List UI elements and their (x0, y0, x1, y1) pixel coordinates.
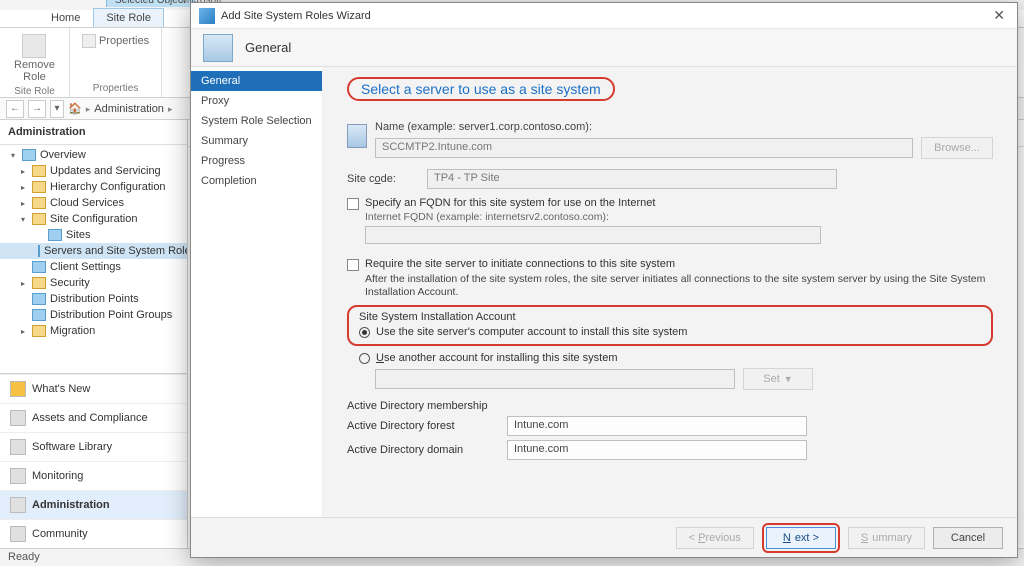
other-account-input (375, 369, 735, 389)
wizard-step-selection[interactable]: System Role Selection (191, 111, 322, 131)
ribbon-group-properties: Properties (93, 82, 139, 95)
name-label: Name (example: server1.corp.contoso.com)… (375, 121, 993, 133)
install-account-group: Site System Installation Account Use the… (347, 305, 993, 346)
breadcrumb-root-icon: 🏠 (68, 102, 82, 115)
sitecode-select[interactable]: TP4 - TP Site (427, 169, 837, 189)
ribbon-tab-site-role[interactable]: Site Role (93, 8, 164, 27)
nav-back-button[interactable]: ← (6, 100, 24, 118)
radio-use-other-account[interactable] (359, 353, 370, 364)
require-init-note: After the installation of the site syste… (365, 273, 993, 299)
tree-updates[interactable]: ▸Updates and Servicing (0, 163, 187, 179)
wunderbar-assets[interactable]: Assets and Compliance (0, 403, 187, 432)
server-name-input[interactable]: SCCMTP2.Intune.com (375, 138, 913, 158)
nav-history-button[interactable]: ▾ (50, 100, 64, 118)
wizard-title: Add Site System Roles Wizard (221, 10, 371, 22)
previous-button[interactable]: < Previous (676, 527, 754, 549)
tree-cloud[interactable]: ▸Cloud Services (0, 195, 187, 211)
tree-servers[interactable]: Servers and Site System Roles (0, 243, 187, 259)
wunderbar-whatsnew[interactable]: What's New (0, 374, 187, 403)
tree-sites[interactable]: Sites (0, 227, 187, 243)
wizard-step-completion[interactable]: Completion (191, 171, 322, 191)
tree-security[interactable]: ▸Security (0, 275, 187, 291)
cancel-button[interactable]: Cancel (933, 527, 1003, 549)
fqdn-checkbox-label: Specify an FQDN for this site system for… (365, 197, 655, 209)
sitecode-label: Site code: (347, 173, 419, 185)
properties-icon (82, 34, 96, 48)
nav-forward-button[interactable]: → (28, 100, 46, 118)
radio-use-other-account-label: Use another account for installing this … (376, 352, 618, 364)
properties-button[interactable]: Properties (78, 32, 153, 50)
radio-use-computer-account-label: Use the site server's computer account t… (376, 326, 687, 338)
remove-role-icon (22, 34, 46, 58)
next-button[interactable]: Next > (766, 527, 836, 549)
require-init-label: Require the site server to initiate conn… (365, 258, 675, 270)
tree-overview[interactable]: ▾Overview (0, 147, 187, 163)
tree-hierarchy[interactable]: ▸Hierarchy Configuration (0, 179, 187, 195)
fqdn-checkbox[interactable] (347, 198, 359, 210)
ad-legend: Active Directory membership (347, 400, 993, 412)
wizard-step-general[interactable]: General (191, 71, 322, 91)
wizard-close-button[interactable]: ✕ (989, 7, 1009, 24)
require-init-checkbox[interactable] (347, 259, 359, 271)
summary-button[interactable]: Summary (848, 527, 925, 549)
wizard-banner-title: General (245, 40, 291, 55)
wizard-step-proxy[interactable]: Proxy (191, 91, 322, 111)
wunderbar-administration[interactable]: Administration (0, 490, 187, 519)
browse-button[interactable]: Browse... (921, 137, 993, 159)
ad-forest-label: Active Directory forest (347, 420, 497, 432)
ad-domain-label: Active Directory domain (347, 444, 497, 456)
ad-forest-input[interactable]: Intune.com (507, 416, 807, 436)
ribbon-tab-home[interactable]: Home (38, 8, 93, 27)
tree-dp[interactable]: Distribution Points (0, 291, 187, 307)
tree-siteconf[interactable]: ▾Site Configuration (0, 211, 187, 227)
wizard-step-progress[interactable]: Progress (191, 151, 322, 171)
wizard-heading: Select a server to use as a site system (361, 81, 601, 97)
nav-header: Administration (0, 120, 187, 145)
fqdn-placeholder-label: Internet FQDN (example: internetsrv2.con… (365, 211, 993, 223)
wizard-step-summary[interactable]: Summary (191, 131, 322, 151)
tree-migration[interactable]: ▸Migration (0, 323, 187, 339)
wizard-step-list: General Proxy System Role Selection Summ… (191, 67, 323, 517)
set-account-button[interactable]: Set▼ (743, 368, 813, 390)
fqdn-input (365, 226, 821, 244)
server-icon (347, 124, 367, 148)
breadcrumb-administration[interactable]: Administration (94, 103, 164, 115)
ad-domain-input[interactable]: Intune.com (507, 440, 807, 460)
wizard-banner-icon (203, 34, 233, 62)
tree-client[interactable]: Client Settings (0, 259, 187, 275)
wunderbar-monitoring[interactable]: Monitoring (0, 461, 187, 490)
wizard-dialog: Add Site System Roles Wizard ✕ General G… (190, 2, 1018, 558)
wunderbar-software[interactable]: Software Library (0, 432, 187, 461)
wunderbar-community[interactable]: Community (0, 519, 187, 548)
install-account-legend: Site System Installation Account (359, 311, 981, 323)
radio-use-computer-account[interactable] (359, 327, 370, 338)
wizard-icon (199, 8, 215, 24)
remove-role-button[interactable]: Remove Role (8, 32, 61, 85)
nav-tree[interactable]: ▾Overview ▸Updates and Servicing ▸Hierar… (0, 145, 187, 373)
ribbon-group-site-role: Site Role (14, 85, 55, 98)
tree-dpg[interactable]: Distribution Point Groups (0, 307, 187, 323)
